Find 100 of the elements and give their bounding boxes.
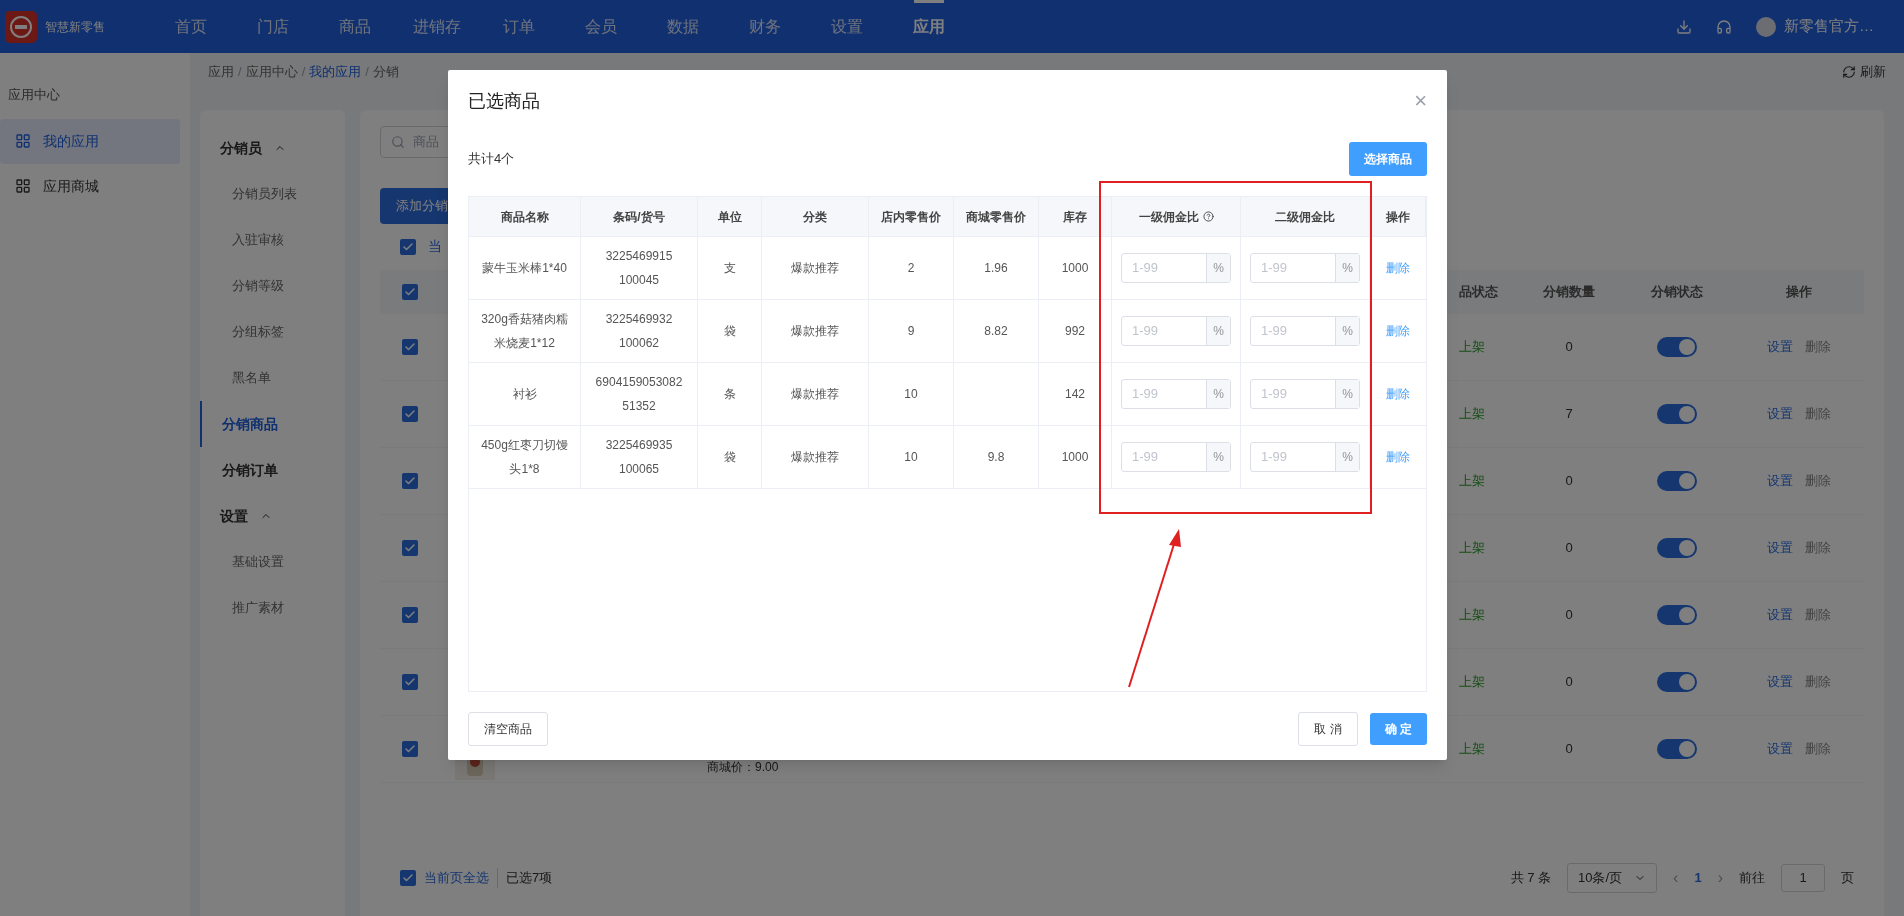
toggle-switch[interactable] <box>1656 470 1697 491</box>
column-header: 分销数量 <box>1543 282 1595 301</box>
action-link[interactable]: 设置 <box>1767 336 1793 357</box>
checkbox[interactable] <box>402 283 418 300</box>
toggle-switch[interactable] <box>1656 336 1697 357</box>
table-cell-text: 爆款推荐 <box>791 386 839 403</box>
table-cell-text: 爆款推荐 <box>791 323 839 340</box>
page-size-select[interactable]: 10条/页 <box>1567 863 1658 893</box>
submenu-group[interactable]: 分销员 <box>200 125 345 171</box>
nav-tab[interactable]: 首页 <box>150 0 232 53</box>
action-link[interactable]: 删除 <box>1805 537 1831 558</box>
page-input[interactable]: 1 <box>1781 864 1825 892</box>
breadcrumb-link[interactable]: 分销 <box>372 61 399 82</box>
rate-input[interactable]: 1-99 % <box>1121 442 1231 472</box>
action-link[interactable]: 删除 <box>1805 470 1831 491</box>
table-cell-text: 9.8 <box>987 449 1005 466</box>
submenu-item[interactable]: 黑名单 <box>200 355 345 401</box>
download-icon[interactable] <box>1676 18 1692 35</box>
toggle-switch[interactable] <box>1656 604 1697 625</box>
checkbox[interactable] <box>402 740 418 757</box>
submenu-item[interactable]: 分销等级 <box>200 263 345 309</box>
delete-link[interactable]: 删除 <box>1386 385 1410 403</box>
submenu-item[interactable]: 分组标签 <box>200 309 345 355</box>
toggle-switch[interactable] <box>1656 738 1697 759</box>
table-cell-text: 2 <box>907 260 915 277</box>
checkbox[interactable] <box>400 870 416 886</box>
sidebar-item[interactable]: 我的应用 <box>0 118 180 164</box>
checkbox[interactable] <box>400 238 416 255</box>
help-icon[interactable] <box>1202 211 1214 222</box>
checkbox[interactable] <box>402 606 418 623</box>
delete-link[interactable]: 删除 <box>1386 448 1410 466</box>
check-icon <box>404 541 416 554</box>
submenu-item[interactable]: 基础设置 <box>200 539 345 585</box>
submenu-group[interactable]: 设置 <box>200 493 345 539</box>
action-link[interactable]: 删除 <box>1805 403 1831 424</box>
action-link[interactable]: 删除 <box>1805 336 1831 357</box>
rate-input[interactable]: 1-99 % <box>1121 316 1231 346</box>
breadcrumb-link[interactable]: 应用 <box>208 61 234 82</box>
checkbox[interactable] <box>402 405 418 422</box>
rate-input[interactable]: 1-99 % <box>1250 442 1360 472</box>
prev-page-button[interactable]: ‹ <box>1673 866 1679 890</box>
nav-tab[interactable]: 会员 <box>560 0 642 53</box>
select-all-label[interactable]: 当前页全选 <box>424 868 498 888</box>
submenu-item[interactable]: 入驻审核 <box>200 217 345 263</box>
delete-link[interactable]: 删除 <box>1386 259 1410 277</box>
headset-icon[interactable] <box>1716 18 1732 35</box>
select-products-button[interactable]: 选择商品 <box>1349 142 1427 176</box>
action-link[interactable]: 设置 <box>1767 403 1793 424</box>
breadcrumb-separator: / <box>301 62 306 81</box>
submenu-item[interactable]: 分销员列表 <box>200 171 345 217</box>
action-link[interactable]: 删除 <box>1805 738 1831 759</box>
rate-input[interactable]: 1-99 % <box>1250 316 1360 346</box>
refresh-button[interactable]: 刷新 <box>1842 61 1886 82</box>
checkbox[interactable] <box>402 472 418 489</box>
action-link[interactable]: 删除 <box>1805 671 1831 692</box>
nav-tab[interactable]: 进销存 <box>396 0 478 53</box>
submenu-item[interactable]: 推广素材 <box>200 585 345 631</box>
action-link[interactable]: 设置 <box>1767 470 1793 491</box>
rate-input[interactable]: 1-99 % <box>1121 253 1231 283</box>
rate-input[interactable]: 1-99 % <box>1250 379 1360 409</box>
toggle-switch[interactable] <box>1656 671 1697 692</box>
action-link[interactable]: 设置 <box>1767 537 1793 558</box>
submenu-item[interactable]: 分销订单 <box>200 447 345 493</box>
column-header: 操作 <box>1385 208 1410 226</box>
percent-suffix: % <box>1335 254 1359 282</box>
avatar[interactable] <box>1756 16 1776 37</box>
page-number[interactable]: 1 <box>1694 868 1702 888</box>
rate-input[interactable]: 1-99 % <box>1121 379 1231 409</box>
action-link[interactable]: 设置 <box>1767 738 1793 759</box>
checkbox[interactable] <box>402 539 418 556</box>
column-header: 商品名称 <box>500 208 549 226</box>
rate-input[interactable]: 1-99 % <box>1250 253 1360 283</box>
select-all-label[interactable]: 当 <box>428 236 442 257</box>
nav-tab[interactable]: 设置 <box>806 0 888 53</box>
close-button[interactable]: × <box>1414 90 1427 112</box>
action-link[interactable]: 删除 <box>1805 604 1831 625</box>
delete-link[interactable]: 删除 <box>1386 322 1410 340</box>
next-page-button[interactable]: › <box>1717 866 1723 890</box>
toggle-switch[interactable] <box>1656 403 1697 424</box>
nav-tab[interactable]: 商品 <box>314 0 396 53</box>
nav-tab[interactable]: 应用 <box>888 0 970 53</box>
column-header: 二级佣金比 <box>1275 208 1335 226</box>
brand-name: 智慧新零售 <box>45 18 105 36</box>
action-link[interactable]: 设置 <box>1767 604 1793 625</box>
checkbox[interactable] <box>402 338 418 355</box>
breadcrumb-link[interactable]: 我的应用 <box>309 61 362 82</box>
checkbox[interactable] <box>402 673 418 690</box>
nav-tab[interactable]: 订单 <box>478 0 560 53</box>
action-link[interactable]: 设置 <box>1767 671 1793 692</box>
submenu-item[interactable]: 分销商品 <box>200 401 345 447</box>
cancel-button[interactable]: 取 消 <box>1298 712 1358 746</box>
nav-tab[interactable]: 数据 <box>642 0 724 53</box>
toggle-switch[interactable] <box>1656 537 1697 558</box>
nav-tab[interactable]: 财务 <box>724 0 806 53</box>
breadcrumb-link[interactable]: 应用中心 <box>245 61 298 82</box>
confirm-button[interactable]: 确 定 <box>1369 713 1427 745</box>
nav-tab[interactable]: 门店 <box>232 0 314 53</box>
user-name[interactable]: 新零售官方… <box>1784 15 1874 38</box>
status-text: 上架 <box>1459 740 1485 756</box>
clear-button[interactable]: 清空商品 <box>468 712 548 746</box>
